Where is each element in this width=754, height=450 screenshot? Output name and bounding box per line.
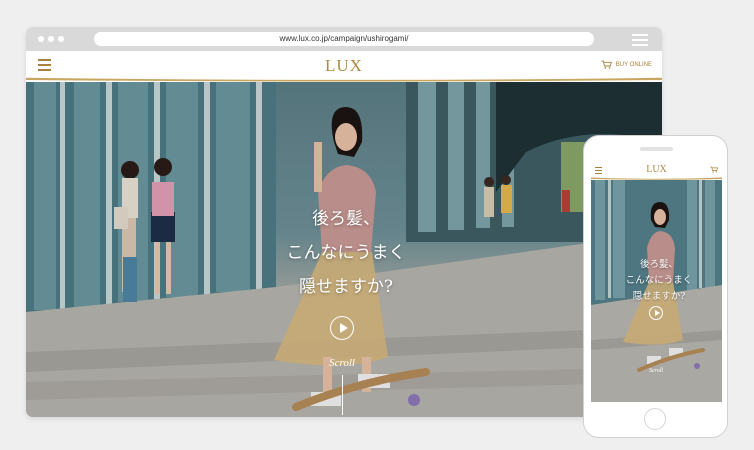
mobile-hero-section: 後ろ髪、 こんなにうまく 隠せますか? Scroll xyxy=(591,180,722,402)
headline-line: 後ろ髪、 xyxy=(312,209,380,229)
headline-line: 隠せますか? xyxy=(632,291,686,302)
headline-line: こんなにうまく xyxy=(286,243,406,263)
mobile-site-header: LUX xyxy=(591,162,722,178)
headline-line: 隠せますか? xyxy=(298,277,394,297)
phone-speaker xyxy=(640,147,673,151)
desktop-browser-mockup: www.lux.co.jp/campaign/ushirogami/ LUX B… xyxy=(26,27,662,417)
headline-line: 後ろ髪、 xyxy=(639,259,678,270)
lux-logo[interactable]: LUX xyxy=(591,164,722,175)
play-icon[interactable] xyxy=(330,316,354,340)
scroll-label[interactable]: Scroll xyxy=(636,368,676,374)
scroll-label[interactable]: Scroll xyxy=(322,357,362,369)
play-icon[interactable] xyxy=(649,306,663,320)
window-controls xyxy=(38,36,64,42)
phone-screen: LUX 後ろ髪、 こんなにうまく 隠せますか? Scroll xyxy=(591,162,722,402)
headline-line: こんなにうまく xyxy=(625,275,693,286)
lux-logo[interactable]: LUX xyxy=(26,56,662,76)
browser-toolbar: www.lux.co.jp/campaign/ushirogami/ xyxy=(26,27,662,51)
buy-online-label: BUY ONLINE xyxy=(615,61,652,68)
browser-dot-icon[interactable] xyxy=(48,36,54,42)
browser-dot-icon[interactable] xyxy=(58,36,64,42)
address-bar[interactable]: www.lux.co.jp/campaign/ushirogami/ xyxy=(94,32,594,46)
browser-dot-icon[interactable] xyxy=(38,36,44,42)
scroll-arrow-icon[interactable] xyxy=(342,375,343,415)
mobile-hero-headline: 後ろ髪、 こんなにうまく 隠せますか? xyxy=(619,257,699,305)
mobile-phone-mockup: LUX 後ろ髪、 こんなにうまく 隠せますか? Scroll xyxy=(583,135,728,438)
hero-section: 後ろ髪、 こんなにうまく 隠せますか? Scroll xyxy=(26,82,662,417)
phone-home-button xyxy=(644,408,666,430)
site-header: LUX BUY ONLINE xyxy=(26,51,662,79)
hero-headline: 後ろ髪、 こんなにうまく 隠せますか? xyxy=(286,202,406,304)
cart-icon xyxy=(601,60,612,69)
cart-icon[interactable] xyxy=(710,166,718,173)
browser-menu-icon[interactable] xyxy=(632,34,648,49)
buy-online-link[interactable]: BUY ONLINE xyxy=(601,60,652,69)
